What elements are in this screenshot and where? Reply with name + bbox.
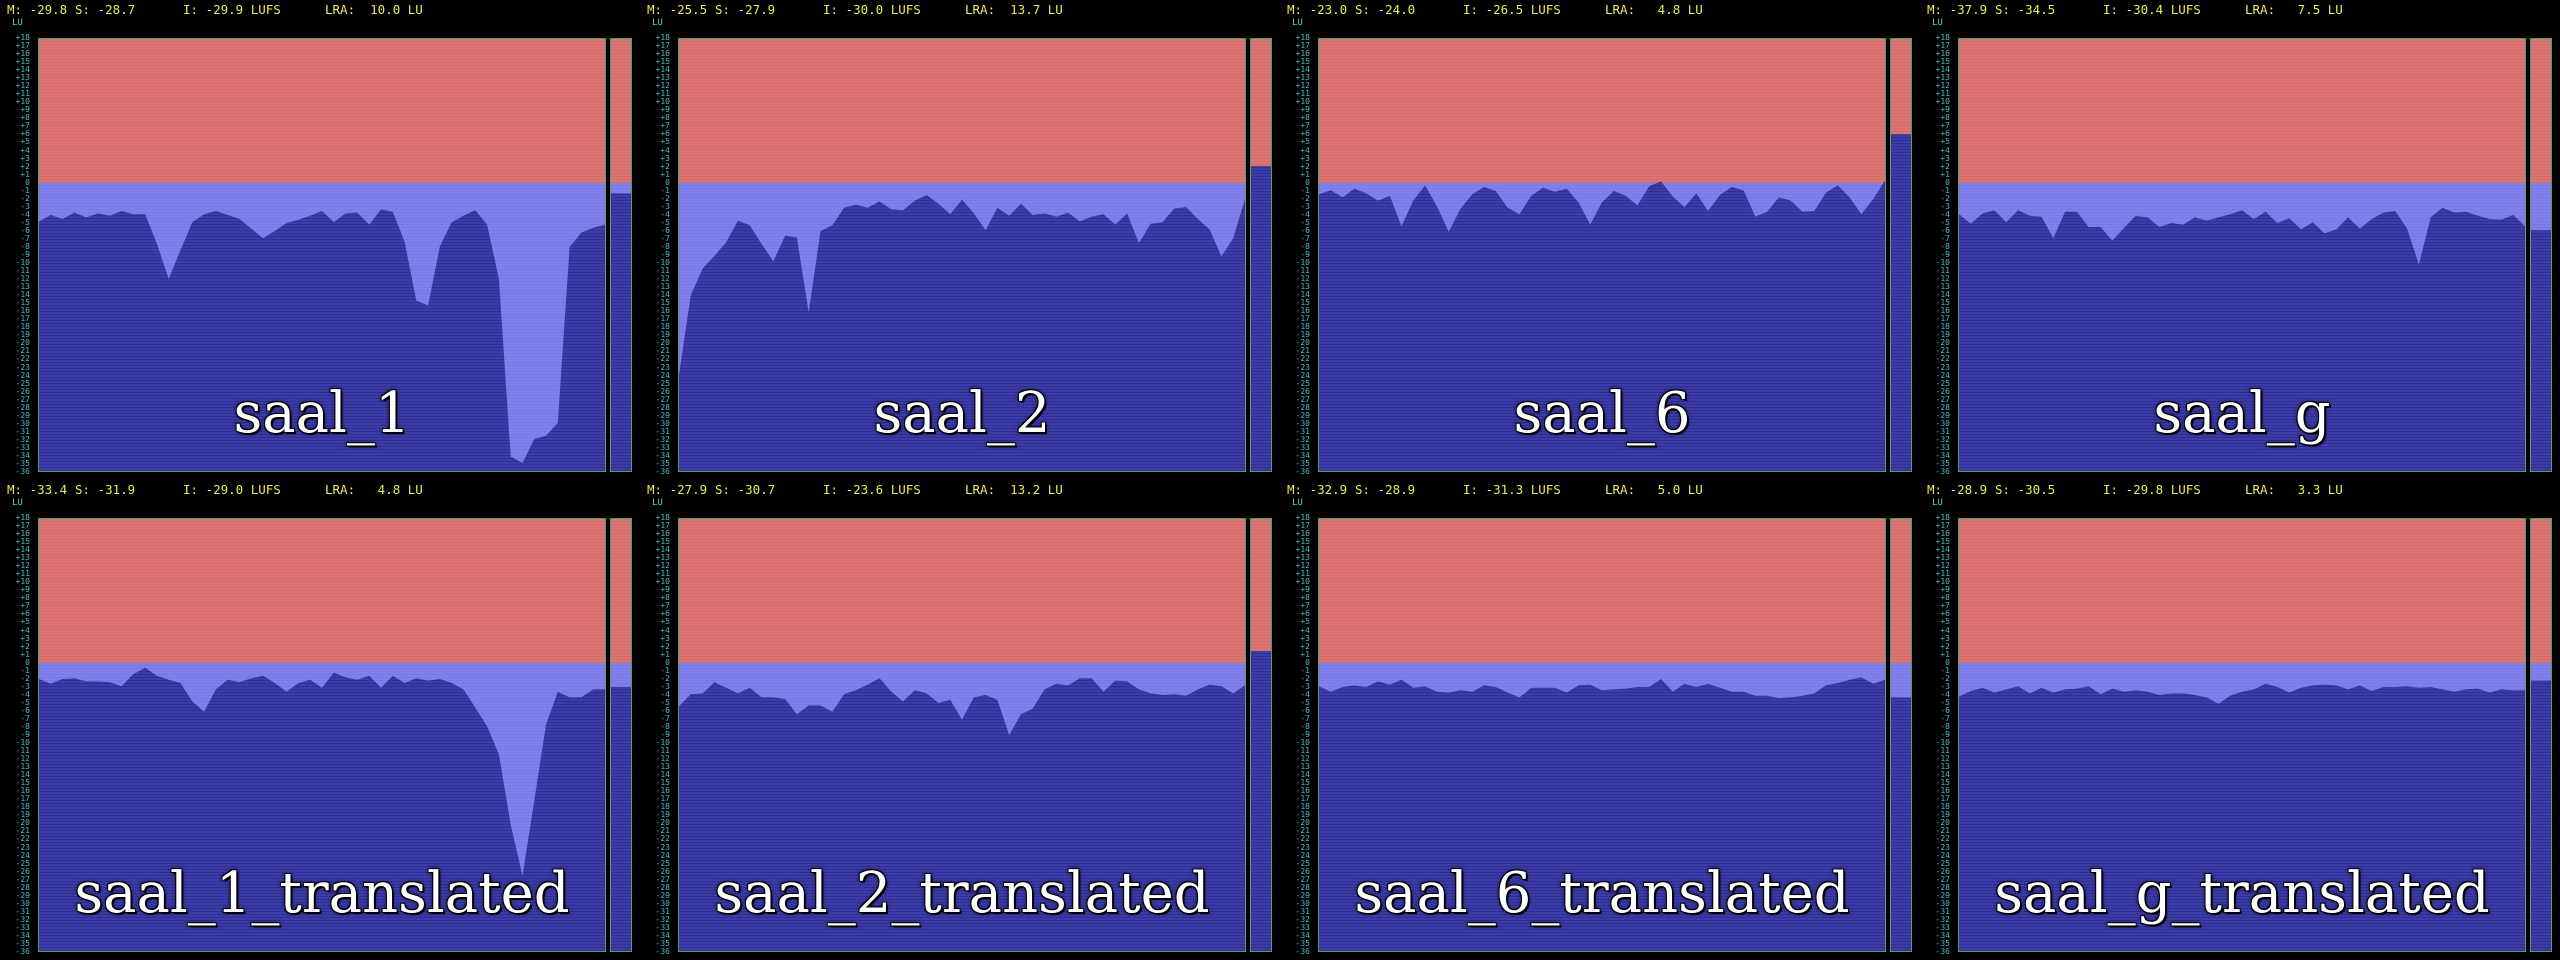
lu-scale: LU +18 +17 +16 +15 +14 +13 +12 +11 +10 +9 +8 +7 +6 +5 +… <box>8 18 32 476</box>
scale-unit: LU <box>12 498 23 508</box>
lra-readout: LRA: 7.5 LU <box>2245 2 2343 17</box>
lra-readout: LRA: 5.0 LU <box>1605 482 1703 497</box>
short-term-readout: S: -28.7 <box>75 2 136 17</box>
short-term-readout: S: -30.7 <box>715 482 776 497</box>
short-term-level-bar <box>1890 518 1912 952</box>
scale-tick: -36 <box>15 947 30 956</box>
scale-unit: LU <box>652 18 663 28</box>
panel-title: saal_1 <box>233 381 411 446</box>
scale-unit: LU <box>652 498 663 508</box>
scale-tick: -36 <box>15 467 30 476</box>
lra-readout: LRA: 13.2 LU <box>965 482 1063 497</box>
panel-title: saal_g <box>2153 381 2331 446</box>
meter-stats: M: -37.9 S: -34.5 I: -30.4 LUFS LRA: 7.5 LU <box>1927 2 2345 18</box>
lra-readout: LRA: 3.3 LU <box>2245 482 2343 497</box>
scale-tick: -36 <box>1935 947 1950 956</box>
scale-tick: -36 <box>655 947 670 956</box>
lu-scale: LU +18 +17 +16 +15 +14 +13 +12 +11 +10 +9 +8 +7 +6 +5 +… <box>1928 498 1952 956</box>
lra-readout: LRA: 4.8 LU <box>325 482 423 497</box>
level-fill <box>1891 134 1911 471</box>
scale-tick: -36 <box>655 467 670 476</box>
level-svg <box>1251 519 1271 951</box>
short-term-level-bar <box>2530 518 2552 952</box>
short-term-level-bar <box>610 518 632 952</box>
meter-panel: M: -27.9 S: -30.7 I: -23.6 LUFS LRA: 13.2 L… <box>640 480 1280 960</box>
level-svg <box>611 39 631 471</box>
momentary-readout: M: -27.9 <box>647 482 708 497</box>
level-svg <box>611 519 631 951</box>
level-fill <box>2531 230 2551 471</box>
momentary-readout: M: -33.4 <box>7 482 68 497</box>
integrated-readout: I: -23.6 LUFS <box>823 482 921 497</box>
scale-unit: LU <box>1292 18 1303 28</box>
lu-scale: LU +18 +17 +16 +15 +14 +13 +12 +11 +10 +9 +8 +7 +6 +5 +… <box>648 498 672 956</box>
scale-unit: LU <box>1932 498 1943 508</box>
integrated-readout: I: -26.5 LUFS <box>1463 2 1561 17</box>
meter-stats: M: -27.9 S: -30.7 I: -23.6 LUFS LRA: 13.2 L… <box>647 482 1065 498</box>
lu-scale: LU +18 +17 +16 +15 +14 +13 +12 +11 +10 +9 +8 +7 +6 +5 +… <box>1288 18 1312 476</box>
meter-stats: M: -29.8 S: -28.7 I: -29.9 LUFS LRA: 10.0 L… <box>7 2 425 18</box>
momentary-readout: M: -28.9 <box>1927 482 1988 497</box>
scale-unit: LU <box>12 18 23 28</box>
momentary-readout: M: -23.0 <box>1287 2 1348 17</box>
integrated-readout: I: -29.8 LUFS <box>2103 482 2201 497</box>
meter-stats: M: -33.4 S: -31.9 I: -29.0 LUFS LRA: 4.8 LU <box>7 482 425 498</box>
meter-panel: M: -25.5 S: -27.9 I: -30.0 LUFS LRA: 13.7 L… <box>640 0 1280 480</box>
lra-readout: LRA: 10.0 LU <box>325 2 423 17</box>
panel-title: saal_6 <box>1513 381 1691 446</box>
short-term-readout: S: -27.9 <box>715 2 776 17</box>
meter-panel: M: -33.4 S: -31.9 I: -29.0 LUFS LRA: 4.8 LU… <box>0 480 640 960</box>
meter-stats: M: -32.9 S: -28.9 I: -31.3 LUFS LRA: 5.0 LU <box>1287 482 1705 498</box>
momentary-readout: M: -25.5 <box>647 2 708 17</box>
meter-stats: M: -28.9 S: -30.5 I: -29.8 LUFS LRA: 3.3 LU <box>1927 482 2345 498</box>
short-term-level-bar <box>1250 38 1272 472</box>
integrated-readout: I: -29.0 LUFS <box>183 482 281 497</box>
meter-panel: M: -37.9 S: -34.5 I: -30.4 LUFS LRA: 7.5 LU… <box>1920 0 2560 480</box>
panel-title: saal_1_translated <box>74 861 570 926</box>
scale-tick: -36 <box>1935 467 1950 476</box>
short-term-readout: S: -24.0 <box>1355 2 1416 17</box>
meter-panel: M: -28.9 S: -30.5 I: -29.8 LUFS LRA: 3.3 LU… <box>1920 480 2560 960</box>
lra-readout: LRA: 13.7 LU <box>965 2 1063 17</box>
short-term-readout: S: -28.9 <box>1355 482 1416 497</box>
lra-readout: LRA: 4.8 LU <box>1605 2 1703 17</box>
lu-scale: LU +18 +17 +16 +15 +14 +13 +12 +11 +10 +9 +8 +7 +6 +5 +… <box>8 498 32 956</box>
lu-scale: LU +18 +17 +16 +15 +14 +13 +12 +11 +10 +9 +8 +7 +6 +5 +… <box>1288 498 1312 956</box>
short-term-readout: S: -30.5 <box>1995 482 2056 497</box>
short-term-level-bar <box>2530 38 2552 472</box>
short-term-readout: S: -34.5 <box>1995 2 2056 17</box>
momentary-readout: M: -29.8 <box>7 2 68 17</box>
momentary-readout: M: -32.9 <box>1287 482 1348 497</box>
scale-tick: -36 <box>1295 467 1310 476</box>
integrated-readout: I: -29.9 LUFS <box>183 2 281 17</box>
meter-panel: M: -23.0 S: -24.0 I: -26.5 LUFS LRA: 4.8 LU… <box>1280 0 1920 480</box>
momentary-readout: M: -37.9 <box>1927 2 1988 17</box>
scale-unit: LU <box>1932 18 1943 28</box>
panel-title: saal_2 <box>873 381 1051 446</box>
level-svg <box>1251 39 1271 471</box>
level-fill <box>1251 651 1271 951</box>
short-term-level-bar <box>1250 518 1272 952</box>
lu-scale: LU +18 +17 +16 +15 +14 +13 +12 +11 +10 +9 +8 +7 +6 +5 +… <box>1928 18 1952 476</box>
meter-stats: M: -23.0 S: -24.0 I: -26.5 LUFS LRA: 4.8 LU <box>1287 2 1705 18</box>
short-term-readout: S: -31.9 <box>75 482 136 497</box>
scale-tick: -36 <box>1295 947 1310 956</box>
level-svg <box>2531 39 2551 471</box>
integrated-readout: I: -31.3 LUFS <box>1463 482 1561 497</box>
lu-scale: LU +18 +17 +16 +15 +14 +13 +12 +11 +10 +9 +8 +7 +6 +5 +… <box>648 18 672 476</box>
integrated-readout: I: -30.4 LUFS <box>2103 2 2201 17</box>
meter-panel: M: -32.9 S: -28.9 I: -31.3 LUFS LRA: 5.0 LU… <box>1280 480 1920 960</box>
level-svg <box>1891 39 1911 471</box>
meter-panel: M: -29.8 S: -28.7 I: -29.9 LUFS LRA: 10.0 L… <box>0 0 640 480</box>
panel-title: saal_6_translated <box>1354 861 1850 926</box>
short-term-level-bar <box>1890 38 1912 472</box>
level-svg <box>1891 519 1911 951</box>
level-svg <box>2531 519 2551 951</box>
scale-unit: LU <box>1292 498 1303 508</box>
integrated-readout: I: -30.0 LUFS <box>823 2 921 17</box>
meter-stats: M: -25.5 S: -27.9 I: -30.0 LUFS LRA: 13.7 L… <box>647 2 1065 18</box>
panel-title: saal_g_translated <box>1994 861 2490 926</box>
panel-title: saal_2_translated <box>714 861 1210 926</box>
short-term-level-bar <box>610 38 632 472</box>
